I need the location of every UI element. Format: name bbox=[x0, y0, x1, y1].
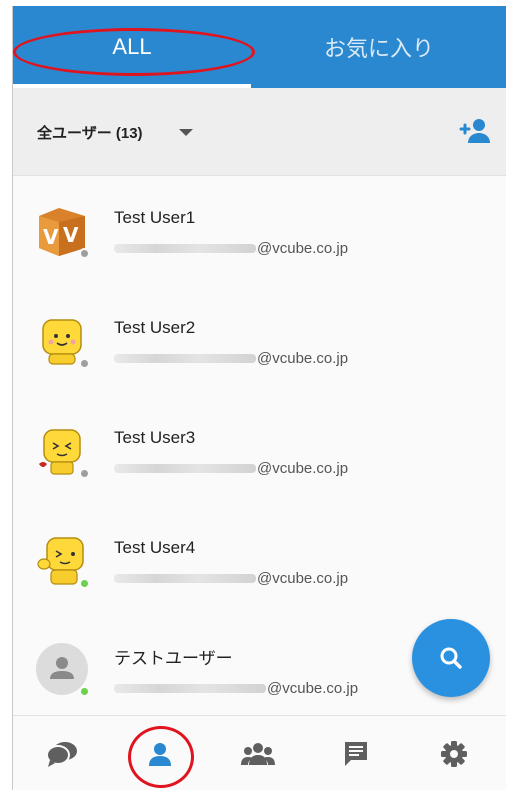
nav-settings[interactable] bbox=[405, 716, 503, 790]
user-email: @vcube.co.jp bbox=[114, 240, 348, 257]
user-email: @vcube.co.jp bbox=[114, 350, 348, 367]
user-name: Test User1 bbox=[114, 208, 196, 227]
email-domain: @vcube.co.jp bbox=[257, 240, 349, 257]
user-filter-bar: 全ユーザー (13) bbox=[13, 88, 506, 176]
nav-contacts[interactable] bbox=[111, 716, 209, 790]
list-item[interactable]: V V Test User1 @vcube.co.jp bbox=[13, 176, 506, 286]
user-name: テストユーザー bbox=[114, 649, 233, 668]
status-indicator bbox=[79, 578, 90, 589]
nav-chat[interactable] bbox=[13, 716, 111, 790]
avatar: V V bbox=[35, 204, 90, 259]
avatar bbox=[35, 314, 90, 369]
tab-bar: ALL お気に入り bbox=[13, 6, 506, 88]
email-domain: @vcube.co.jp bbox=[267, 680, 359, 697]
email-redacted bbox=[114, 574, 256, 583]
status-indicator bbox=[79, 686, 90, 697]
tab-all-label: ALL bbox=[112, 34, 152, 59]
email-redacted bbox=[114, 354, 256, 363]
user-email: @vcube.co.jp bbox=[114, 460, 348, 477]
message-icon bbox=[345, 741, 367, 766]
chevron-down-icon[interactable] bbox=[179, 129, 193, 136]
groups-icon bbox=[241, 742, 275, 765]
app-frame: ALL お気に入り 全ユーザー (13) V V Test User1 @vcu… bbox=[12, 6, 506, 790]
email-redacted bbox=[114, 244, 256, 253]
avatar bbox=[35, 642, 90, 697]
list-item[interactable]: Test User4 @vcube.co.jp bbox=[13, 506, 506, 616]
email-domain: @vcube.co.jp bbox=[257, 570, 349, 587]
contacts-icon bbox=[149, 742, 171, 766]
status-indicator bbox=[79, 358, 90, 369]
settings-icon bbox=[441, 740, 467, 767]
status-indicator bbox=[79, 248, 90, 259]
search-button[interactable] bbox=[412, 619, 490, 697]
tab-all[interactable]: ALL bbox=[13, 6, 251, 88]
svg-text:V: V bbox=[63, 223, 79, 247]
nav-groups[interactable] bbox=[209, 716, 307, 790]
email-domain: @vcube.co.jp bbox=[257, 350, 349, 367]
add-person-icon[interactable] bbox=[457, 118, 491, 144]
user-filter-label[interactable]: 全ユーザー (13) bbox=[37, 122, 143, 143]
user-email: @vcube.co.jp bbox=[114, 570, 348, 587]
list-item[interactable]: Test User2 @vcube.co.jp bbox=[13, 286, 506, 396]
user-email: @vcube.co.jp bbox=[114, 680, 358, 697]
avatar bbox=[35, 424, 90, 479]
list-item[interactable]: Test User3 @vcube.co.jp bbox=[13, 396, 506, 506]
svg-text:V: V bbox=[43, 225, 59, 249]
bottom-nav bbox=[13, 715, 506, 790]
user-name: Test User3 bbox=[114, 428, 196, 447]
tab-favorites-label: お気に入り bbox=[323, 36, 434, 61]
email-domain: @vcube.co.jp bbox=[257, 460, 349, 477]
tab-favorites[interactable]: お気に入り bbox=[251, 6, 506, 88]
user-name: Test User4 bbox=[114, 538, 196, 557]
search-icon bbox=[440, 647, 462, 669]
email-redacted bbox=[114, 464, 256, 473]
nav-messages[interactable] bbox=[307, 716, 405, 790]
user-name: Test User2 bbox=[114, 318, 196, 337]
email-redacted bbox=[114, 684, 266, 693]
chat-icon bbox=[46, 741, 77, 767]
status-indicator bbox=[79, 468, 90, 479]
avatar bbox=[35, 534, 90, 589]
